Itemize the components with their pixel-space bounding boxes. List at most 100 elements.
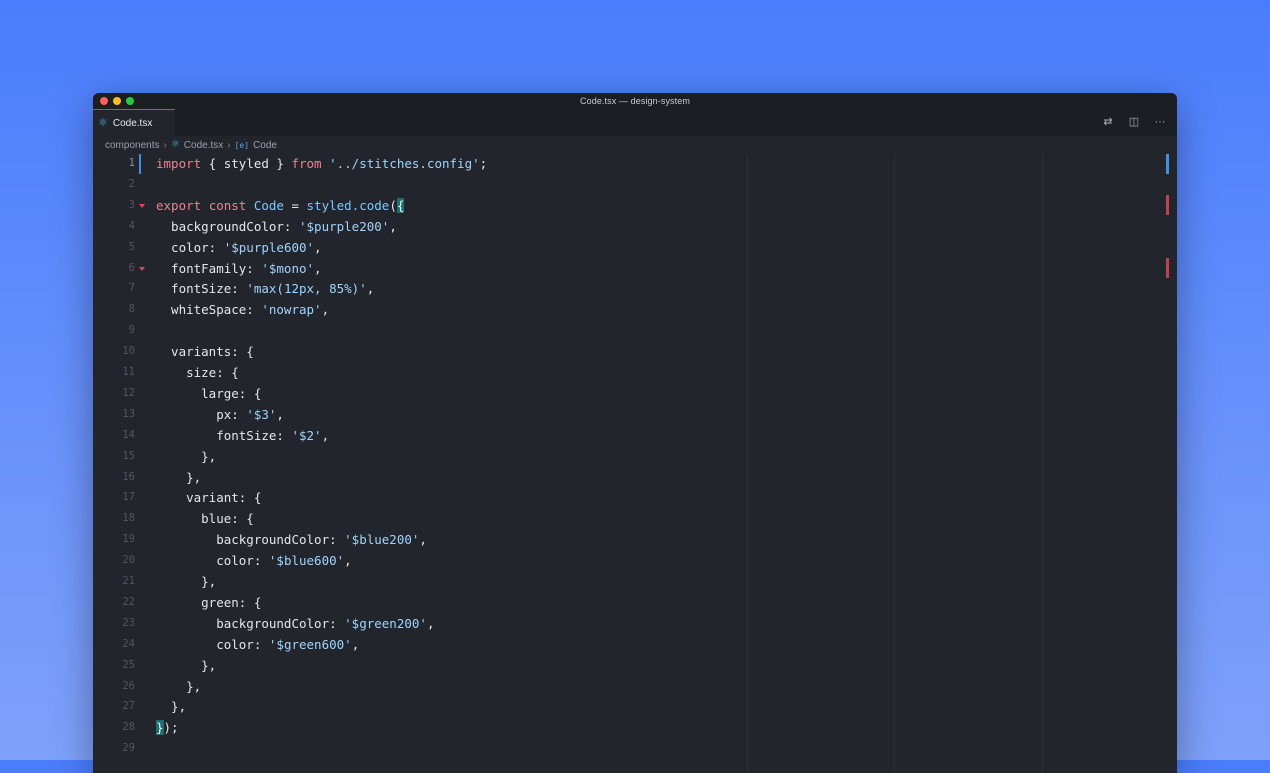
- tab-code-tsx[interactable]: ⚛ Code.tsx: [93, 109, 175, 136]
- code-line[interactable]: 26 },: [93, 676, 1163, 697]
- code-token: '$mono': [261, 260, 315, 276]
- code-token: ,: [366, 281, 375, 297]
- line-number: 12: [122, 386, 135, 399]
- code-text: large: {: [156, 383, 261, 404]
- code-line[interactable]: 11 size: {: [93, 362, 1163, 383]
- code-token: backgroundColor:: [156, 532, 345, 548]
- code-token: fontFamily:: [156, 260, 262, 276]
- line-number: 1: [128, 157, 135, 169]
- code-line[interactable]: 19 backgroundColor: '$blue200',: [93, 529, 1163, 550]
- code-token: backgroundColor:: [156, 615, 345, 631]
- code-line[interactable]: 13 px: '$3',: [93, 404, 1163, 425]
- code-line[interactable]: 22 green: {: [93, 592, 1163, 613]
- code-text: px: '$3',: [156, 404, 284, 425]
- line-number: 20: [122, 554, 135, 567]
- code-token: { styled }: [201, 156, 292, 171]
- code-line[interactable]: 1 import { styled } from '../stitches.con…: [93, 153, 1163, 174]
- tab-bar: ⚛ Code.tsx ⇄ ◫ ···: [93, 109, 1177, 136]
- split-editor-icon[interactable]: ◫: [1127, 116, 1141, 129]
- line-number: 10: [122, 345, 135, 358]
- code-line[interactable]: 29: [93, 738, 1163, 759]
- code-line[interactable]: 4 backgroundColor: '$purple200',: [93, 216, 1163, 237]
- code-line[interactable]: 2: [93, 174, 1163, 195]
- code-token: ,: [321, 427, 330, 443]
- code-token: fontSize:: [156, 281, 247, 297]
- code-line[interactable]: 16 },: [93, 467, 1163, 488]
- source-control-icon[interactable]: ⇄: [1101, 116, 1115, 129]
- code-token: color:: [156, 239, 224, 255]
- line-number: 19: [122, 533, 135, 546]
- code-line[interactable]: 12 large: {: [93, 383, 1163, 404]
- code-token: import: [156, 156, 202, 171]
- code-text: },: [156, 571, 216, 592]
- line-number: 29: [122, 742, 135, 755]
- code-token: 'nowrap': [261, 302, 322, 318]
- code-token: },: [156, 469, 202, 485]
- code-token: const: [208, 197, 247, 213]
- code-token: whiteSpace:: [156, 302, 262, 318]
- symbol-variable-icon: [e]: [234, 140, 250, 150]
- code-line[interactable]: 6 fontFamily: '$mono',: [93, 258, 1163, 279]
- line-number: 3: [128, 198, 135, 211]
- modified-line-indicator: [139, 154, 141, 174]
- line-number: 24: [122, 637, 135, 650]
- code-text: green: {: [156, 592, 261, 613]
- code-token: color:: [156, 553, 269, 569]
- react-icon: ⚛: [98, 116, 108, 129]
- code-line[interactable]: 21 },: [93, 571, 1163, 592]
- line-number: 17: [122, 491, 135, 504]
- line-number: 28: [122, 721, 135, 734]
- code-token: fontSize:: [156, 427, 292, 443]
- code-line[interactable]: 28});: [93, 717, 1163, 738]
- line-number: 21: [122, 575, 135, 587]
- chevron-right-icon: ›: [163, 139, 167, 151]
- code-line[interactable]: 27 },: [93, 696, 1163, 717]
- code-token: },: [156, 657, 217, 673]
- deleted-line-indicator: [139, 266, 145, 271]
- code-line[interactable]: 24 color: '$green600',: [93, 634, 1163, 655]
- maximize-window-button[interactable]: [126, 97, 134, 105]
- code-token: ,: [389, 218, 397, 234]
- code-text: backgroundColor: '$blue200',: [156, 529, 427, 550]
- code-editor[interactable]: 1 import { styled } from '../stitches.con…: [93, 153, 1177, 773]
- code-text: variants: {: [156, 341, 254, 362]
- code-line[interactable]: 15 },: [93, 446, 1163, 467]
- code-token: '$blue600': [268, 553, 345, 569]
- code-line[interactable]: 9: [93, 320, 1163, 341]
- code-line[interactable]: 23 backgroundColor: '$green200',: [93, 613, 1163, 634]
- code-line[interactable]: 17 variant: {: [93, 487, 1163, 508]
- code-token: variants: {: [156, 344, 254, 360]
- breadcrumb-file[interactable]: Code.tsx: [184, 140, 223, 151]
- code-token: '$2': [291, 427, 322, 443]
- line-number: 7: [128, 282, 135, 295]
- code-line[interactable]: 7 fontSize: 'max(12px, 85%)',: [93, 278, 1163, 299]
- code-line[interactable]: 5 color: '$purple600',: [93, 237, 1163, 258]
- code-line[interactable]: 3 export const Code = styled.code({: [93, 195, 1163, 216]
- code-token: ;: [479, 156, 488, 171]
- editor-actions: ⇄ ◫ ···: [1101, 116, 1167, 129]
- close-window-button[interactable]: [100, 97, 108, 105]
- code-line[interactable]: 20 color: '$blue600',: [93, 550, 1163, 571]
- code-token: Code: [253, 197, 284, 213]
- breadcrumb-symbol[interactable]: Code: [253, 140, 277, 151]
- chevron-right-icon: ›: [227, 139, 231, 151]
- overview-ruler-marker-error: [1166, 195, 1169, 215]
- line-number: 14: [122, 428, 135, 441]
- line-number: 6: [128, 261, 135, 274]
- minimize-window-button[interactable]: [113, 97, 121, 105]
- code-token: ,: [321, 302, 330, 318]
- code-line[interactable]: 10 variants: {: [93, 341, 1163, 362]
- code-text: },: [156, 446, 216, 467]
- code-line[interactable]: 8 whiteSpace: 'nowrap',: [93, 299, 1163, 320]
- code-token: },: [156, 574, 217, 589]
- line-number: 2: [128, 177, 135, 190]
- code-token: from: [291, 156, 322, 171]
- line-number: 26: [122, 679, 135, 692]
- code-line[interactable]: 25 },: [93, 655, 1163, 676]
- more-actions-icon[interactable]: ···: [1153, 116, 1167, 129]
- code-line[interactable]: 18 blue: {: [93, 508, 1163, 529]
- code-line[interactable]: 14 fontSize: '$2',: [93, 425, 1163, 446]
- breadcrumb-folder[interactable]: components: [105, 140, 159, 151]
